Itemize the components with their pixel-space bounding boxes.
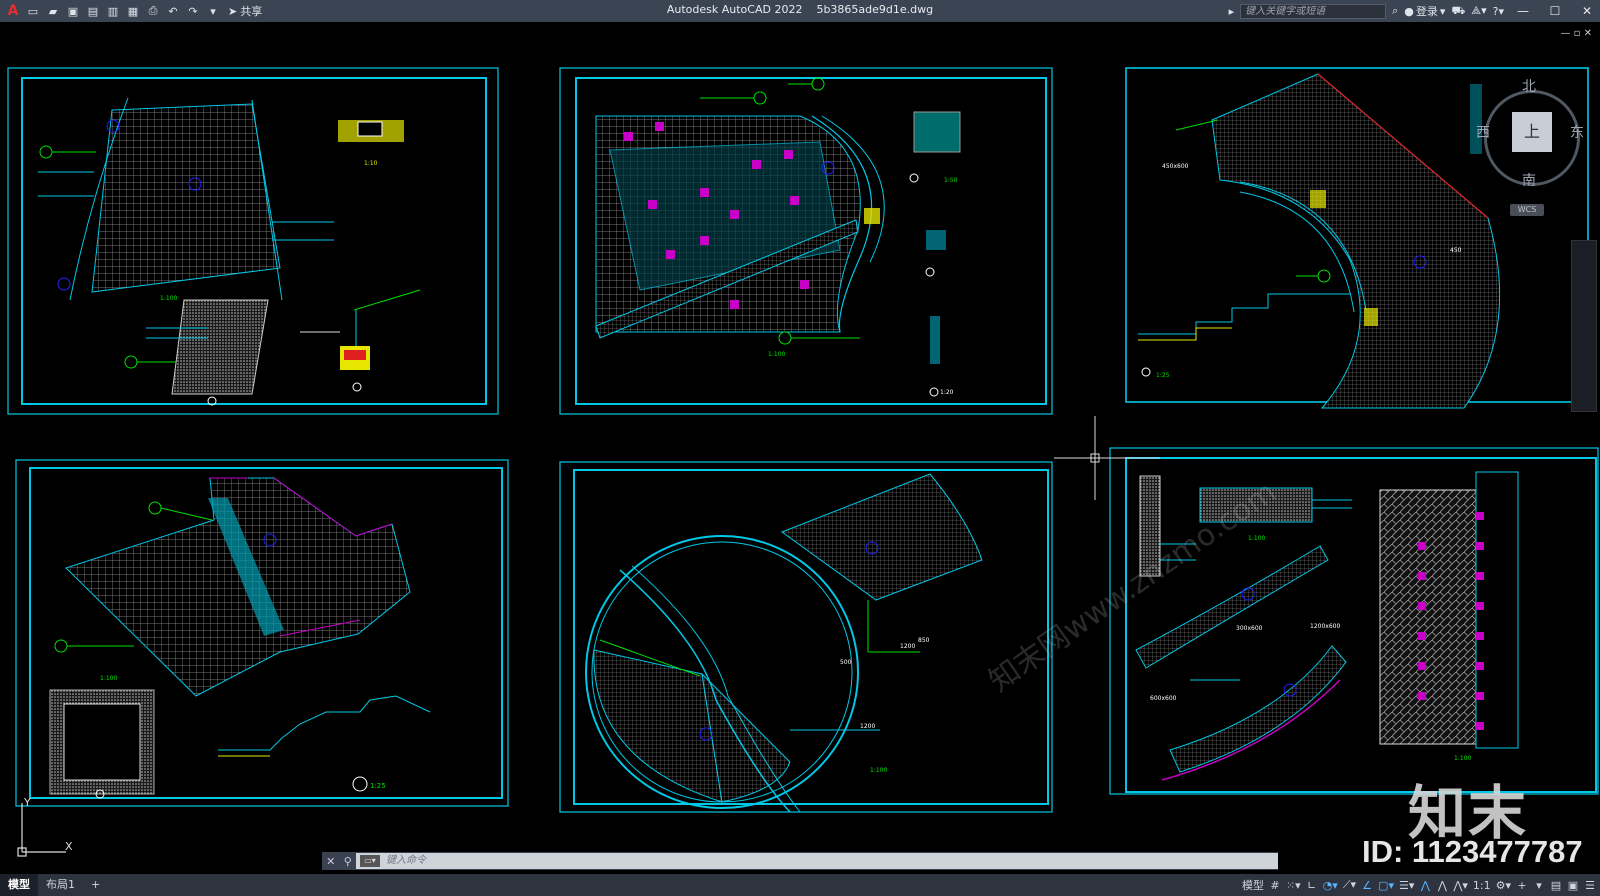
- auto-scale-icon[interactable]: ⋀: [1436, 879, 1448, 892]
- viewcube-east[interactable]: 东: [1570, 122, 1584, 142]
- undo-icon[interactable]: ↶: [164, 2, 182, 20]
- viewcube-face[interactable]: 上: [1512, 112, 1552, 152]
- sheet5-dim-2: 500: [840, 659, 852, 666]
- login-button[interactable]: ● 登录 ▾: [1404, 3, 1445, 19]
- osnap-tracking-icon[interactable]: ∠: [1361, 879, 1373, 892]
- sheet6-dim-3: 600x600: [1150, 695, 1177, 702]
- sheet2-detail-scale: 1:50: [944, 177, 958, 184]
- sheet6-dim-2: 1200x600: [1310, 623, 1340, 630]
- share-button[interactable]: ➤ 共享: [228, 3, 262, 19]
- search-icon[interactable]: ⌕: [1392, 4, 1398, 18]
- close-icon[interactable]: ✕: [326, 855, 335, 868]
- login-label: 登录: [1415, 5, 1438, 18]
- sheet-5[interactable]: 1200 500 850 1200 1:100: [559, 461, 1053, 813]
- close-button[interactable]: ✕: [1574, 4, 1600, 18]
- navigation-bar[interactable]: [1571, 240, 1597, 412]
- user-icon: ●: [1404, 4, 1414, 18]
- command-placeholder: 键入命令: [386, 855, 426, 866]
- save-icon[interactable]: ▣: [64, 2, 82, 20]
- units-icon[interactable]: ▾: [1533, 879, 1545, 892]
- tab-layout1[interactable]: 布局1: [38, 874, 83, 896]
- watermark-id: ID: 1123477787: [1362, 834, 1583, 869]
- viewcube[interactable]: 北 南 东 西 上 WCS: [1470, 76, 1590, 216]
- saveas-icon[interactable]: ▤: [84, 2, 102, 20]
- plus-icon[interactable]: +: [1516, 879, 1528, 892]
- viewcube-south[interactable]: 南: [1522, 170, 1536, 190]
- sheet1-scale: 1:100: [160, 295, 177, 302]
- new-icon[interactable]: ▭: [24, 2, 42, 20]
- search-input[interactable]: 键入关键字或短语: [1240, 3, 1387, 19]
- maximize-button[interactable]: ☐: [1542, 4, 1568, 18]
- command-line[interactable]: ✕ ⚲ ▭▾ 键入命令: [322, 852, 1278, 870]
- viewport-controls[interactable]: — ▫ ✕: [1560, 28, 1592, 39]
- minimize-button[interactable]: —: [1510, 4, 1536, 18]
- viewcube-west[interactable]: 西: [1476, 122, 1490, 142]
- cart-icon[interactable]: ⛟: [1451, 4, 1465, 19]
- plot-icon[interactable]: ⎙: [144, 2, 162, 20]
- sheet3-dim-2: 450x600: [1162, 163, 1189, 170]
- share-icon: ➤: [228, 4, 238, 18]
- workspace-gear-icon[interactable]: ⚙▾: [1496, 879, 1511, 892]
- search-expand-icon[interactable]: ▸: [1229, 5, 1235, 18]
- tab-model[interactable]: 模型: [0, 874, 38, 896]
- file-name: 5b3865ade9d1e.dwg: [816, 3, 934, 16]
- save-web-icon[interactable]: ▦: [124, 2, 142, 20]
- sheet4-plan-scale: 1:100: [100, 675, 117, 682]
- a360-icon[interactable]: ⟁▾: [1471, 4, 1486, 18]
- sheet5-scale: 1:100: [870, 767, 887, 774]
- sheet5-dim-3: 850: [918, 637, 930, 644]
- sheet6-scale-2: 1:100: [1454, 755, 1471, 762]
- grid-icon[interactable]: #: [1269, 879, 1281, 892]
- ortho-icon[interactable]: ∟: [1306, 879, 1318, 892]
- ucs-icon: Y X: [17, 796, 73, 857]
- sheet5-dim-4: 1200: [860, 723, 875, 730]
- command-history-icon[interactable]: ▭▾: [360, 855, 380, 867]
- annotation-scale-icon[interactable]: ⋀▾: [1453, 879, 1468, 892]
- autocad-logo-icon[interactable]: A: [4, 2, 22, 20]
- sheet6-dim-1: 300x600: [1236, 625, 1263, 632]
- command-input[interactable]: ▭▾ 键入命令: [356, 853, 1278, 869]
- settings-wrench-icon[interactable]: ⚲: [344, 855, 352, 868]
- customize-icon[interactable]: ☰: [1584, 879, 1596, 892]
- object-snap-icon[interactable]: ▢▾: [1378, 879, 1394, 892]
- help-icon[interactable]: ?▾: [1493, 5, 1504, 18]
- model-space-button[interactable]: 模型: [1242, 877, 1264, 893]
- add-layout-button[interactable]: +: [83, 874, 108, 896]
- title-bar: A ▭ ▰ ▣ ▤ ▥ ▦ ⎙ ↶ ↷ ▾ ➤ 共享 Autodesk Auto…: [0, 0, 1600, 22]
- wcs-button[interactable]: WCS: [1510, 204, 1544, 216]
- drawing-canvas[interactable]: 1:100 1:10 1:100 1:50 1:20 1:25 450 450x…: [0, 22, 1600, 872]
- lineweight-icon[interactable]: ☰▾: [1399, 879, 1414, 892]
- chevron-down-icon: ▾: [1439, 4, 1446, 18]
- viewcube-north[interactable]: 北: [1522, 76, 1536, 96]
- snap-icon[interactable]: ⁙▾: [1286, 879, 1301, 892]
- sheet-4[interactable]: 1:25 1:100: [15, 459, 509, 807]
- scale-dropdown[interactable]: 1:1: [1473, 879, 1491, 892]
- sheet2-detail-scale-2: 1:20: [940, 389, 954, 396]
- sheet-6[interactable]: 300x600 1200x600 600x600 1:100 1:100: [1109, 447, 1599, 795]
- annotation-visibility-icon[interactable]: ⋀: [1419, 879, 1431, 892]
- open-icon[interactable]: ▰: [44, 2, 62, 20]
- svg-text:Y: Y: [23, 796, 31, 809]
- sheet2-scale: 1:100: [768, 351, 785, 358]
- cad-drawing[interactable]: 1:100 1:10 1:100 1:50 1:20 1:25 450 450x…: [0, 22, 1600, 872]
- sheet3-scale: 1:25: [1156, 372, 1170, 379]
- sheet6-scale: 1:100: [1248, 535, 1265, 542]
- sheet-1[interactable]: 1:100 1:10: [7, 67, 499, 415]
- polar-icon[interactable]: ◔▾: [1323, 879, 1338, 892]
- sheet4-scale: 1:25: [370, 782, 386, 790]
- isodraft-icon[interactable]: ⟋▾: [1343, 878, 1356, 892]
- status-bar: 模型 布局1 + 模型 # ⁙▾ ∟ ◔▾ ⟋▾ ∠ ▢▾ ☰▾ ⋀ ⋀ ⋀▾ …: [0, 874, 1600, 896]
- quick-properties-icon[interactable]: ▤: [1550, 879, 1562, 892]
- svg-text:X: X: [65, 840, 73, 853]
- app-title: Autodesk AutoCAD 2022: [666, 3, 803, 16]
- sheet-2[interactable]: 1:100 1:50 1:20: [559, 67, 1053, 415]
- sheet5-dim-1: 1200: [900, 643, 915, 650]
- sheet1-detail-scale: 1:10: [364, 160, 378, 167]
- redo-icon[interactable]: ↷: [184, 2, 202, 20]
- share-label: 共享: [240, 5, 263, 18]
- dropdown-icon[interactable]: ▾: [204, 2, 222, 20]
- hardware-accel-icon[interactable]: ▣: [1567, 879, 1579, 892]
- sheet3-dim: 450: [1450, 247, 1462, 254]
- open-web-icon[interactable]: ▥: [104, 2, 122, 20]
